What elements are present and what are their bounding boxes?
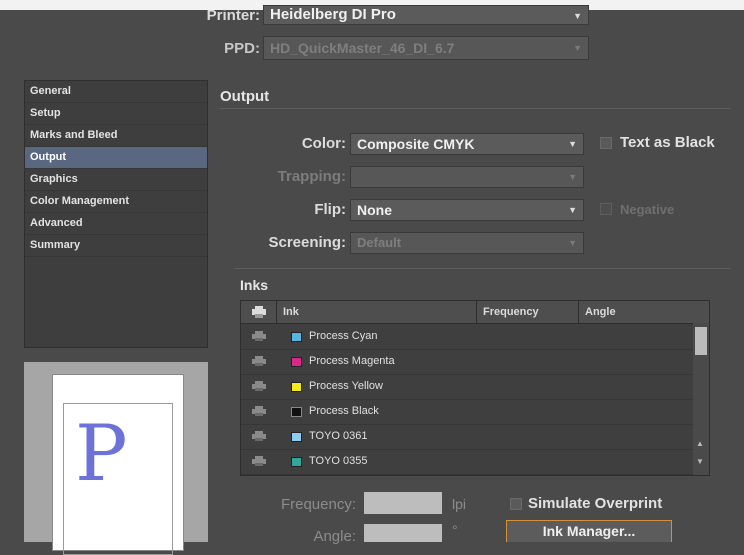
ppd-label: PPD:	[224, 40, 260, 57]
color-value: Composite CMYK	[357, 136, 475, 152]
negative-checkbox[interactable]	[600, 203, 612, 215]
printer-label: Printer:	[206, 7, 260, 24]
ink-row[interactable]: Process Yellow	[241, 374, 693, 400]
ink-swatch	[291, 407, 302, 417]
angle-label: Angle:	[313, 528, 356, 545]
ink-row[interactable]: Process Magenta	[241, 349, 693, 375]
ink-column-header[interactable]: Ink	[277, 301, 477, 323]
printer-icon	[252, 306, 266, 318]
frequency-unit: lpi	[452, 496, 467, 512]
scroll-down-icon[interactable]: ▼	[696, 457, 704, 466]
sidebar-item-graphics[interactable]: Graphics	[25, 169, 207, 191]
angle-unit: °	[452, 522, 458, 538]
frequency-field[interactable]	[364, 492, 442, 514]
text-as-black-checkbox[interactable]	[600, 137, 612, 149]
sidebar-item-output[interactable]: Output	[25, 147, 207, 169]
chevron-down-icon: ▼	[568, 205, 577, 215]
output-section-title: Output	[220, 88, 270, 105]
flip-label: Flip:	[314, 201, 346, 218]
output-divider	[220, 108, 730, 109]
ink-swatch	[291, 432, 302, 442]
ink-name: TOYO 0361	[309, 430, 368, 442]
chevron-down-icon: ▼	[573, 43, 582, 53]
printer-icon[interactable]	[252, 406, 266, 416]
screening-label: Screening:	[268, 234, 346, 251]
color-label: Color:	[301, 135, 346, 152]
inks-table-header: Ink Frequency Angle	[241, 301, 709, 324]
ink-manager-button[interactable]: Ink Manager...	[506, 520, 672, 542]
chevron-down-icon: ▼	[568, 172, 577, 182]
ink-swatch	[291, 382, 302, 392]
sidebar-item-color-management[interactable]: Color Management	[25, 191, 207, 213]
page-preview: P	[24, 362, 208, 555]
ink-name: Process Cyan	[309, 330, 378, 342]
frequency-label: Frequency:	[280, 496, 356, 513]
frequency-column-header[interactable]: Frequency	[477, 301, 579, 323]
scroll-up-icon[interactable]: ▲	[696, 439, 704, 448]
scrollbar-thumb[interactable]	[695, 327, 707, 355]
flip-select[interactable]: None ▼	[350, 199, 584, 221]
ink-swatch	[291, 457, 302, 467]
sidebar-item-marks-and-bleed[interactable]: Marks and Bleed	[25, 125, 207, 147]
inks-divider-top	[234, 268, 730, 269]
ppd-select[interactable]: HD_QuickMaster_46_DI_6.7 ▼	[263, 36, 589, 60]
ink-row[interactable]: TOYO 0355	[241, 449, 693, 475]
ink-name: Process Yellow	[309, 380, 383, 392]
sidebar-item-setup[interactable]: Setup	[25, 103, 207, 125]
printer-icon[interactable]	[252, 456, 266, 466]
trapping-label: Trapping:	[277, 168, 346, 185]
printer-value: Heidelberg DI Pro	[270, 6, 396, 23]
ink-manager-label: Ink Manager...	[542, 523, 636, 539]
category-sidebar: General Setup Marks and Bleed Output Gra…	[24, 80, 208, 348]
printer-icon[interactable]	[252, 431, 266, 441]
chevron-down-icon: ▼	[573, 11, 582, 21]
flip-value: None	[357, 202, 392, 218]
angle-field[interactable]	[364, 524, 442, 542]
ink-row[interactable]: Process Black	[241, 399, 693, 425]
screening-value: Default	[357, 235, 402, 250]
ink-swatch	[291, 332, 302, 342]
ink-name: Process Magenta	[309, 355, 395, 367]
print-column-header[interactable]	[241, 301, 277, 323]
color-select[interactable]: Composite CMYK ▼	[350, 133, 584, 155]
preview-glyph: P	[75, 409, 128, 499]
negative-label: Negative	[620, 202, 675, 217]
ppd-value: HD_QuickMaster_46_DI_6.7	[270, 40, 455, 56]
inks-table: Ink Frequency Angle Process Cyan Process…	[240, 300, 710, 476]
simulate-overprint-checkbox[interactable]	[510, 498, 522, 510]
chevron-down-icon: ▼	[568, 238, 577, 248]
ink-row[interactable]: TOYO 0361	[241, 424, 693, 450]
chevron-down-icon: ▼	[568, 139, 577, 149]
preview-page: P	[52, 374, 184, 555]
ink-name: Process Black	[309, 405, 379, 417]
screening-select[interactable]: Default ▼	[350, 232, 584, 254]
text-as-black-label: Text as Black	[620, 134, 715, 151]
simulate-overprint-label: Simulate Overprint	[528, 495, 663, 512]
ink-row[interactable]: Process Cyan	[241, 324, 693, 350]
printer-icon[interactable]	[252, 356, 266, 366]
printer-select[interactable]: Heidelberg DI Pro ▼	[263, 5, 589, 25]
trapping-select[interactable]: ▼	[350, 166, 584, 188]
sidebar-item-advanced[interactable]: Advanced	[25, 213, 207, 235]
inks-scrollbar[interactable]: ▲ ▼	[693, 323, 709, 475]
printer-icon[interactable]	[252, 381, 266, 391]
sidebar-item-general[interactable]: General	[25, 81, 207, 103]
ink-name: TOYO 0355	[309, 455, 368, 467]
inks-section-title: Inks	[240, 277, 269, 293]
ink-swatch	[291, 357, 302, 367]
printer-icon[interactable]	[252, 331, 266, 341]
sidebar-item-summary[interactable]: Summary	[25, 235, 207, 257]
angle-column-header[interactable]: Angle	[579, 301, 709, 323]
